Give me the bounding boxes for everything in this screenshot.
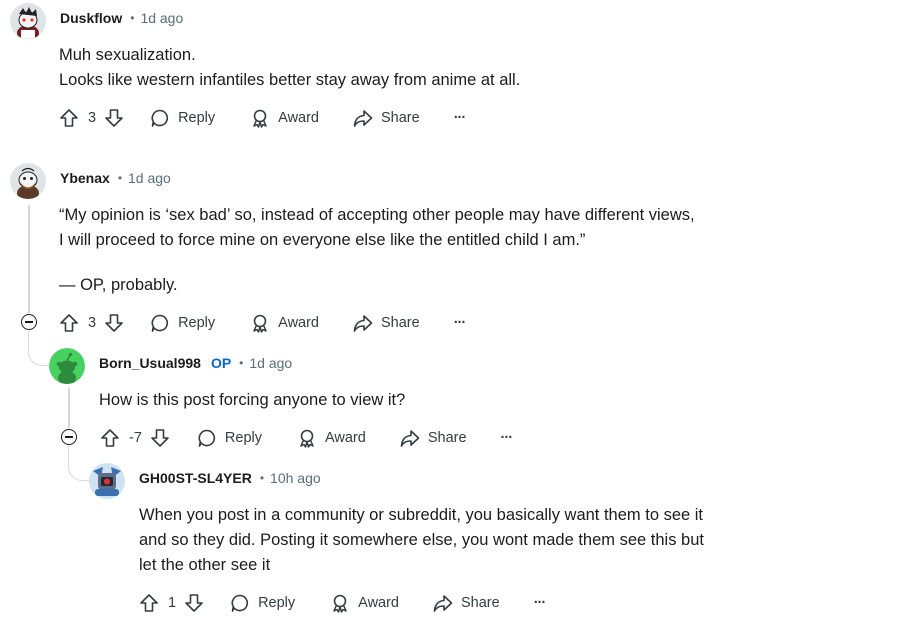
share-arrow-icon (400, 428, 420, 448)
timestamp[interactable]: 1d ago (140, 10, 183, 26)
comment-body: “My opinion is ‘sex bad’ so, instead of … (59, 203, 695, 298)
upvote-icon[interactable] (59, 108, 79, 128)
timestamp[interactable]: 1d ago (249, 355, 292, 371)
award-icon (250, 313, 270, 333)
comment-line: let the other see it (139, 556, 271, 574)
thread-line (68, 388, 70, 428)
comment-body: When you post in a community or subreddi… (139, 503, 704, 578)
comment-actions: 1 Reply Award Share ··· (139, 591, 546, 615)
award-label: Award (278, 315, 319, 331)
separator-dot: • (130, 11, 135, 25)
timestamp[interactable]: 10h ago (270, 470, 321, 486)
share-label: Share (427, 430, 467, 446)
share-label: Share (381, 315, 420, 331)
thread-curve (68, 446, 89, 481)
separator-dot: • (259, 471, 265, 485)
vote-count: 1 (168, 595, 177, 611)
award-label: Award (358, 595, 399, 611)
reply-bubble-icon (150, 108, 170, 128)
op-badge: OP (210, 355, 232, 371)
avatar[interactable] (10, 3, 46, 39)
reply-label: Reply (178, 110, 216, 126)
collapse-icon[interactable] (21, 314, 37, 330)
award-button[interactable]: Award (330, 593, 399, 613)
award-label: Award (278, 110, 319, 126)
comment-line: When you post in a community or subreddi… (139, 506, 704, 524)
reply-bubble-icon (197, 428, 217, 448)
reply-button[interactable]: Reply (230, 593, 295, 613)
share-button[interactable]: Share (353, 108, 420, 128)
timestamp[interactable]: 1d ago (128, 170, 171, 186)
separator-dot: • (239, 356, 244, 370)
upvote-icon[interactable] (100, 428, 120, 448)
award-button[interactable]: Award (297, 428, 366, 448)
reply-button[interactable]: Reply (150, 108, 215, 128)
comment-line: Looks like western infantiles better sta… (59, 71, 521, 89)
reply-bubble-icon (230, 593, 250, 613)
collapse-icon[interactable] (61, 429, 77, 445)
username[interactable]: GH00ST-SL4YER (139, 470, 252, 486)
separator-dot: • (117, 171, 123, 185)
reply-label: Reply (258, 595, 296, 611)
vote-count: -7 (129, 430, 142, 446)
more-icon[interactable]: ··· (454, 110, 466, 126)
award-button[interactable]: Award (250, 108, 319, 128)
comment-actions: 3 Reply Award Share ··· (59, 311, 466, 335)
award-icon (330, 593, 350, 613)
comment-line: I will proceed to force mine on everyone… (59, 231, 586, 249)
upvote-icon[interactable] (139, 593, 159, 613)
upvote-icon[interactable] (59, 313, 79, 333)
comment-meta: Ybenax • 1d ago (60, 170, 171, 186)
comment-line: Muh sexualization. (59, 46, 196, 64)
reply-bubble-icon (150, 313, 170, 333)
comment-meta: Born_Usual998 OP • 1d ago (99, 355, 292, 371)
username[interactable]: Duskflow (60, 10, 122, 26)
avatar[interactable] (10, 163, 46, 199)
comment-body: Muh sexualization. Looks like western in… (59, 43, 520, 93)
downvote-icon[interactable] (184, 593, 204, 613)
downvote-icon[interactable] (104, 108, 124, 128)
thread-curve (28, 331, 49, 366)
more-icon[interactable]: ··· (534, 595, 546, 611)
comment-actions: -7 Reply Award Share ··· (100, 426, 513, 450)
reply-button[interactable]: Reply (197, 428, 262, 448)
award-label: Award (324, 430, 366, 446)
award-icon (297, 428, 317, 448)
comment-signoff: — OP, probably. (59, 276, 178, 294)
more-icon[interactable]: ··· (454, 315, 466, 331)
share-arrow-icon (353, 313, 373, 333)
reply-label: Reply (224, 430, 262, 446)
comment-line: “My opinion is ‘sex bad’ so, instead of … (59, 206, 695, 224)
username[interactable]: Born_Usual998 (99, 355, 201, 371)
share-button[interactable]: Share (400, 428, 467, 448)
comment-line: and so they did. Posting it somewhere el… (139, 531, 704, 549)
more-icon[interactable]: ··· (501, 430, 513, 446)
share-label: Share (381, 110, 420, 126)
share-arrow-icon (353, 108, 373, 128)
downvote-icon[interactable] (104, 313, 124, 333)
thread-line (28, 205, 30, 313)
comment-meta: GH00ST-SL4YER • 10h ago (139, 470, 321, 486)
avatar[interactable] (49, 348, 85, 384)
share-label: Share (461, 595, 500, 611)
share-arrow-icon (433, 593, 453, 613)
reply-label: Reply (178, 315, 216, 331)
comment-line: How is this post forcing anyone to view … (99, 391, 406, 409)
comment-actions: 3 Reply Award Share ··· (59, 106, 466, 130)
comment-body: How is this post forcing anyone to view … (99, 388, 405, 413)
username[interactable]: Ybenax (60, 170, 110, 186)
comment-meta: Duskflow • 1d ago (60, 10, 183, 26)
vote-count: 3 (88, 110, 97, 126)
downvote-icon[interactable] (150, 428, 170, 448)
avatar[interactable] (89, 463, 125, 499)
award-icon (250, 108, 270, 128)
award-button[interactable]: Award (250, 313, 319, 333)
share-button[interactable]: Share (353, 313, 420, 333)
share-button[interactable]: Share (433, 593, 500, 613)
reply-button[interactable]: Reply (150, 313, 215, 333)
vote-count: 3 (88, 315, 97, 331)
